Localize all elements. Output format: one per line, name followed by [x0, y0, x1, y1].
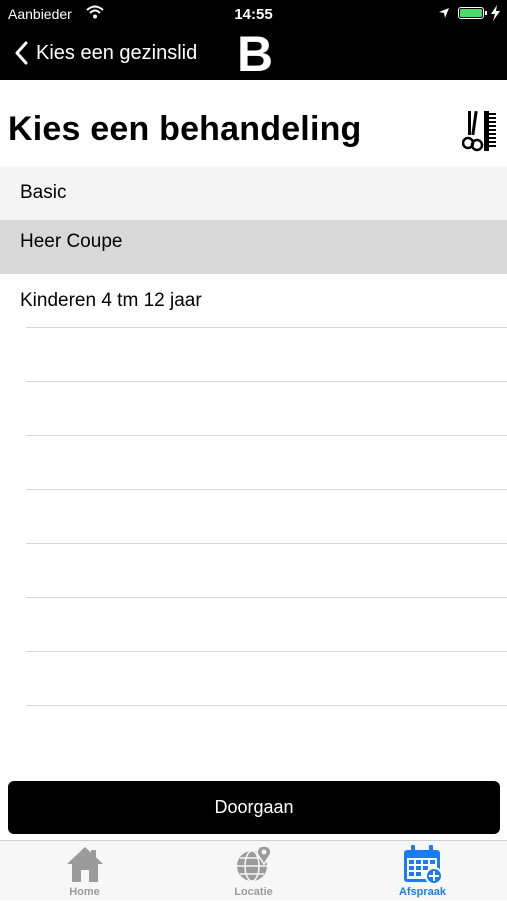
tab-home[interactable]: Home — [0, 841, 169, 901]
separator-line — [26, 651, 507, 705]
battery-tip — [485, 11, 487, 15]
back-label: Kies een gezinslid — [36, 41, 198, 64]
tab-appointment[interactable]: Afspraak — [338, 841, 507, 901]
list-item-basic[interactable]: Basic — [0, 166, 507, 220]
tab-label: Locatie — [234, 886, 273, 898]
list-item-label: Kinderen 4 tm 12 jaar — [20, 290, 202, 311]
list-item-label: Heer Coupe — [20, 231, 123, 252]
tab-bar: Home Locatie Afspraak — [0, 840, 507, 900]
list-item-kinderen[interactable]: Kinderen 4 tm 12 jaar — [0, 274, 507, 328]
list-item-label: Basic — [20, 182, 67, 203]
chevron-left-icon — [15, 41, 28, 65]
treatment-list: Basic Heer Coupe Kinderen 4 tm 12 jaar — [0, 166, 507, 328]
battery-icon — [458, 7, 484, 19]
list-item-heer-coupe[interactable]: Heer Coupe — [0, 220, 507, 274]
tab-location[interactable]: Locatie — [169, 841, 338, 901]
back-button[interactable]: Kies een gezinslid — [14, 38, 197, 68]
tab-label: Home — [69, 886, 100, 898]
separator-line — [26, 543, 507, 597]
continue-button[interactable]: Doorgaan — [8, 781, 500, 834]
home-icon — [67, 847, 103, 882]
separator-line — [26, 381, 507, 435]
separator-line — [26, 489, 507, 543]
logo-letter: B — [237, 32, 273, 74]
separator-line — [26, 597, 507, 651]
page-title: Kies een behandeling — [8, 110, 362, 148]
separator-line — [26, 327, 507, 381]
scissors-comb-icon — [462, 110, 496, 152]
charging-bolt-icon — [491, 5, 500, 21]
location-arrow-icon — [439, 8, 449, 18]
status-bar: Aanbieder 14:55 — [0, 0, 507, 28]
empty-list-separators — [26, 327, 507, 759]
separator-line — [26, 705, 507, 759]
tab-label: Afspraak — [398, 886, 447, 898]
globe-location-icon — [237, 845, 272, 882]
brand-logo: B — [237, 32, 273, 74]
calendar-add-icon — [404, 845, 443, 884]
status-time: 14:55 — [234, 6, 273, 23]
navigation-bar: Kies een gezinslid B — [0, 28, 507, 80]
page-header: Kies een behandeling — [0, 80, 507, 166]
separator-line — [26, 435, 507, 489]
